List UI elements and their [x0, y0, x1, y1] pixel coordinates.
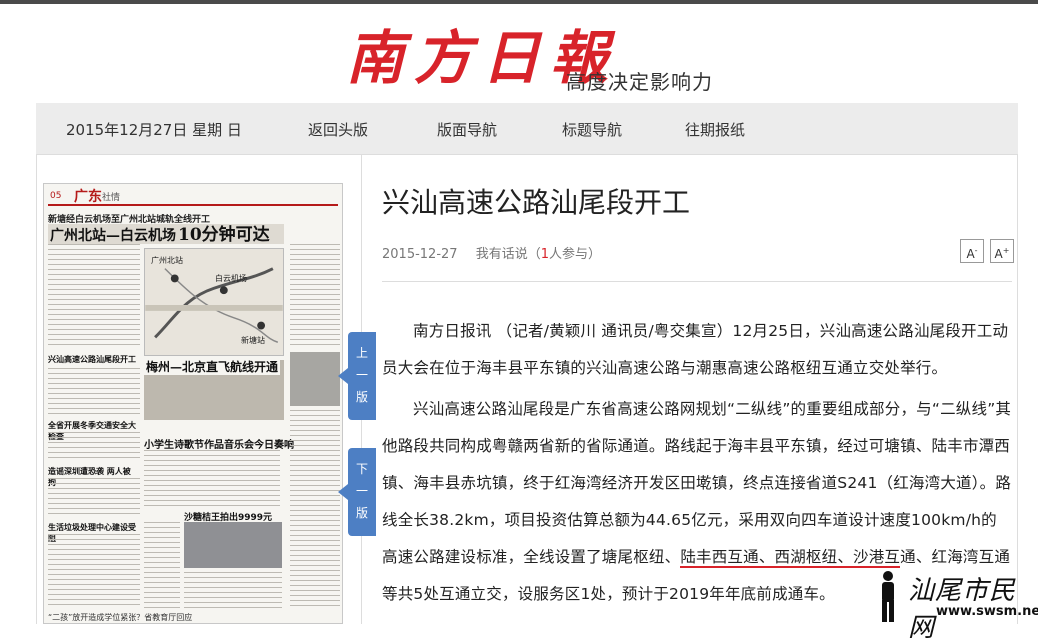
comment-prefix: 我有话说（	[475, 247, 541, 262]
thumbnail-text-block-2	[48, 368, 140, 414]
nav-headline-navigation[interactable]: 标题导航	[562, 119, 622, 140]
issue-date: 2015年12月27日 星期 日	[66, 121, 242, 139]
article-divider	[382, 281, 1012, 282]
thumbnail-photo-3	[290, 352, 340, 406]
nav-page-navigation[interactable]: 版面导航	[437, 119, 497, 140]
thumbnail-text-block-6	[144, 450, 280, 506]
font-increase-label: A	[994, 247, 1003, 261]
thumbnail-side-item-1[interactable]: 兴汕高速公路汕尾段开工	[48, 354, 138, 365]
comment-count: 1	[540, 247, 549, 262]
thumbnail-text-block-5	[48, 534, 140, 608]
thumbnail-text-block-3	[48, 432, 140, 462]
top-bar	[0, 0, 1038, 4]
font-increase-button[interactable]: A+	[990, 239, 1014, 263]
thumbnail-text-block-10	[290, 244, 340, 348]
thumbnail-headline-main-a[interactable]: 广州北站—白云机场	[50, 225, 176, 245]
article-meta: 2015-12-27 我有话说（1人参与）	[382, 243, 601, 262]
prev-page-arrow-icon	[338, 368, 348, 384]
page-thumbnail[interactable]: 05 广东 社情 新塘经白云机场至广州北站城轨全线开工 广州北站—白云机场 10…	[43, 183, 343, 624]
comment-suffix: 人参与）	[549, 247, 602, 262]
thumbnail-headline-main-b[interactable]: 10分钟可达	[178, 220, 270, 245]
font-decrease-button[interactable]: A-	[960, 239, 984, 263]
map-label-guangzhou-north: 广州北站	[151, 256, 183, 265]
thumbnail-story-2[interactable]: 梅州—北京直飞航线开通	[144, 358, 281, 375]
person-silhouette-icon	[882, 571, 894, 622]
paragraph-2-text-c: 成通车。	[772, 585, 835, 603]
thumbnail-text-block-4	[48, 478, 140, 518]
comment-link[interactable]: 我有话说（1人参与）	[476, 247, 601, 262]
page-thumbnail-panel: 05 广东 社情 新塘经白云机场至广州北站城轨全线开工 广州北站—白云机场 10…	[36, 155, 362, 624]
next-page-arrow-icon	[338, 484, 348, 500]
thumbnail-page-number: 05	[50, 191, 62, 201]
article-title: 兴汕高速公路汕尾段开工	[382, 186, 691, 219]
thumbnail-footer[interactable]: “二孩”放开造成学位紧张？省教育厅回应	[48, 612, 192, 623]
paragraph-2-text-a: 兴汕高速公路汕尾段是广东省高速公路网规划“二纵线”的重要组成部分，与“二纵线”其…	[382, 400, 1012, 566]
article-paragraph-1: 南方日报讯 （记者/黄颖川 通讯员/粤交集宣）12月25日，兴汕高速公路汕尾段开…	[382, 322, 1009, 377]
article-panel: 兴汕高速公路汕尾段开工 2015-12-27 我有话说（1人参与） A- A+ …	[362, 155, 1018, 624]
thumbnail-text-block-1	[48, 244, 140, 348]
thumbnail-story-3[interactable]: 小学生诗歌节作品音乐会今日奏响	[144, 436, 294, 451]
thumbnail-photo-2	[184, 522, 282, 568]
thumbnail-section: 广东	[74, 189, 102, 205]
nav-bar: 2015年12月27日 星期 日 返回头版 版面导航 标题导航 往期报纸	[36, 103, 1018, 155]
site-watermark: 汕尾市民网 www.swsm.net	[872, 568, 1038, 643]
watermark-url: www.swsm.net	[936, 604, 1038, 619]
thumbnail-subsection: 社情	[102, 193, 121, 203]
thumbnail-text-block-7	[144, 522, 180, 608]
map-label-xintang: 新塘站	[241, 336, 265, 345]
map-label-baiyun-airport: 白云机场	[215, 274, 247, 283]
thumbnail-text-block-9	[290, 410, 340, 608]
thumbnail-header: 05 广东 社情	[48, 186, 338, 206]
nav-past-issues[interactable]: 往期报纸	[685, 119, 745, 140]
masthead: 南方日報 高度决定影响力	[340, 18, 760, 98]
article-date: 2015-12-27	[382, 247, 458, 262]
thumbnail-map: 广州北站 白云机场 新塘站	[144, 248, 284, 356]
thumbnail-text-block-8	[184, 572, 282, 608]
paragraph-2-highlight: 陆丰西互通、西湖枢纽、沙港互	[680, 548, 901, 568]
nav-back-to-front-page[interactable]: 返回头版	[308, 119, 368, 140]
font-decrease-label: A	[966, 247, 975, 261]
slogan: 高度决定影响力	[566, 70, 713, 94]
